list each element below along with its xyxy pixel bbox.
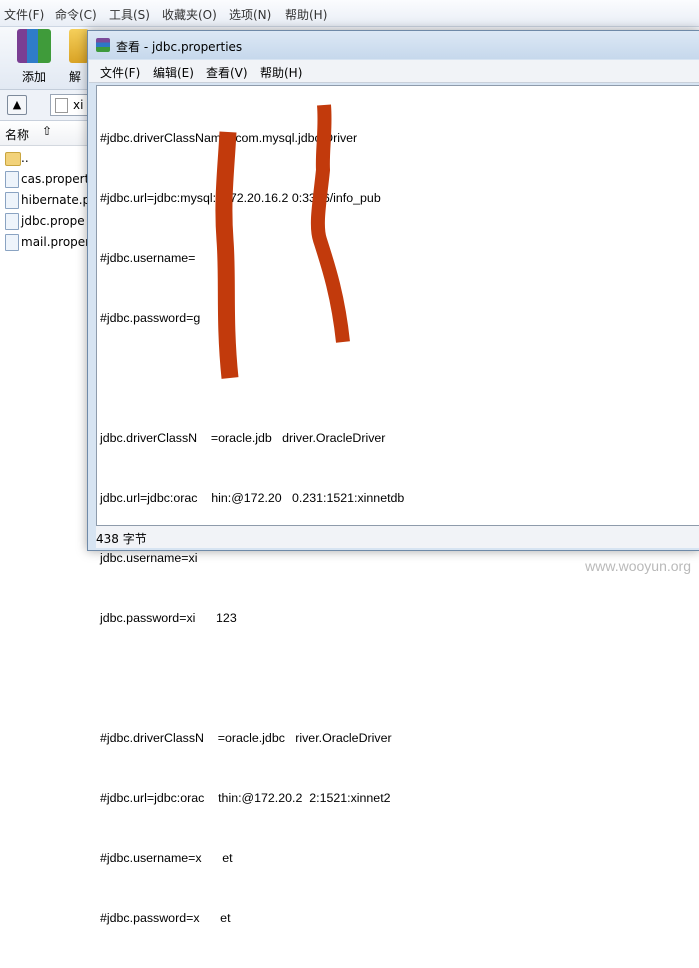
- background-menu-bar: 文件(F) 命令(C) 工具(S) 收藏夹(O) 选项(N) 帮助(H): [0, 0, 699, 27]
- bg-menu-command[interactable]: 命令(C): [55, 6, 97, 23]
- file-name: jdbc.prope: [21, 214, 85, 228]
- file-name: ..: [21, 151, 29, 165]
- file-list: .. cas.propert hibernate.p jdbc.prope ma…: [0, 148, 92, 253]
- sort-up-arrow-icon: ⇧: [42, 124, 53, 138]
- menu-edit[interactable]: 编辑(E): [153, 64, 194, 81]
- text-line: #jdbc.password=g: [100, 311, 201, 325]
- folder-icon: [5, 152, 21, 166]
- document-icon: [5, 234, 19, 251]
- column-name[interactable]: 名称: [5, 126, 29, 143]
- document-icon: [5, 171, 19, 188]
- bg-menu-favorites[interactable]: 收藏夹(O): [162, 6, 217, 23]
- title-bar[interactable]: 查看 - jdbc.properties: [88, 31, 699, 59]
- add-button[interactable]: 添加: [8, 29, 60, 85]
- text-line: [100, 668, 404, 688]
- document-icon: [5, 192, 19, 209]
- window-title: 查看 - jdbc.properties: [116, 40, 243, 54]
- list-item[interactable]: cas.propert: [0, 169, 92, 190]
- bg-menu-tools[interactable]: 工具(S): [109, 6, 150, 23]
- text-line: jdbc.driverClassN =oracle.jdb driver.Ora…: [100, 431, 386, 445]
- text-line: jdbc.url=jdbc:orac hin:@172.20 0.231:152…: [100, 491, 405, 505]
- text-line: #jdbc.password=x et: [100, 911, 231, 925]
- text-line: jdbc.username=xi: [100, 551, 198, 565]
- bg-menu-options[interactable]: 选项(N): [229, 6, 271, 23]
- extract-folder-icon: [69, 29, 89, 63]
- file-size-status: 438 字节: [96, 532, 147, 546]
- file-name: hibernate.p: [21, 193, 91, 207]
- file-icon: [55, 98, 68, 113]
- up-folder-button[interactable]: ▲: [7, 95, 27, 115]
- archive-books-icon: [17, 29, 51, 63]
- extract-button-label: 解: [69, 70, 82, 84]
- viewer-menu-bar: 文件(F) 编辑(E) 查看(V) 帮助(H): [89, 60, 699, 83]
- text-line: #jdbc.driverClassN =oracle.jdbc river.Or…: [100, 731, 392, 745]
- file-list-header[interactable]: 名称 ⇧: [0, 121, 90, 146]
- bg-menu-file[interactable]: 文件(F): [4, 6, 44, 23]
- text-line: [100, 368, 404, 388]
- bg-menu-help[interactable]: 帮助(H): [285, 6, 327, 23]
- menu-view[interactable]: 查看(V): [206, 64, 248, 81]
- list-item[interactable]: hibernate.p: [0, 190, 92, 211]
- text-line: #jdbc.url=jdbc:mysql://172.20.16.2 0:330…: [100, 191, 381, 205]
- list-item[interactable]: mail.proper: [0, 232, 92, 253]
- text-line: #jdbc.url=jdbc:orac thin:@172.20.2 2:152…: [100, 791, 391, 805]
- text-line: #jdbc.username=x et: [100, 851, 233, 865]
- add-button-label: 添加: [21, 70, 46, 84]
- file-name: cas.propert: [21, 172, 90, 186]
- text-line: #jdbc.username=: [100, 251, 196, 265]
- viewer-window: 查看 - jdbc.properties 文件(F) 编辑(E) 查看(V) 帮…: [87, 30, 699, 925]
- text-content-area[interactable]: #jdbc.driverClassName=com.mysql.jdbc.Dri…: [96, 85, 699, 925]
- winrar-icon: [96, 38, 110, 52]
- menu-file[interactable]: 文件(F): [100, 64, 140, 81]
- address-text: xi: [73, 98, 84, 112]
- file-name: mail.proper: [21, 235, 91, 249]
- status-bar: 438 字节: [96, 526, 699, 548]
- text-line: jdbc.password=xi 123: [100, 611, 237, 625]
- menu-help[interactable]: 帮助(H): [260, 64, 302, 81]
- document-icon: [5, 213, 19, 230]
- extract-button[interactable]: 解: [55, 29, 89, 85]
- text-line: #jdbc.driverClassName=com.mysql.jdbc.Dri…: [100, 131, 358, 145]
- list-item[interactable]: ..: [0, 148, 92, 169]
- list-item[interactable]: jdbc.prope: [0, 211, 92, 232]
- watermark: www.wooyun.org: [585, 558, 691, 574]
